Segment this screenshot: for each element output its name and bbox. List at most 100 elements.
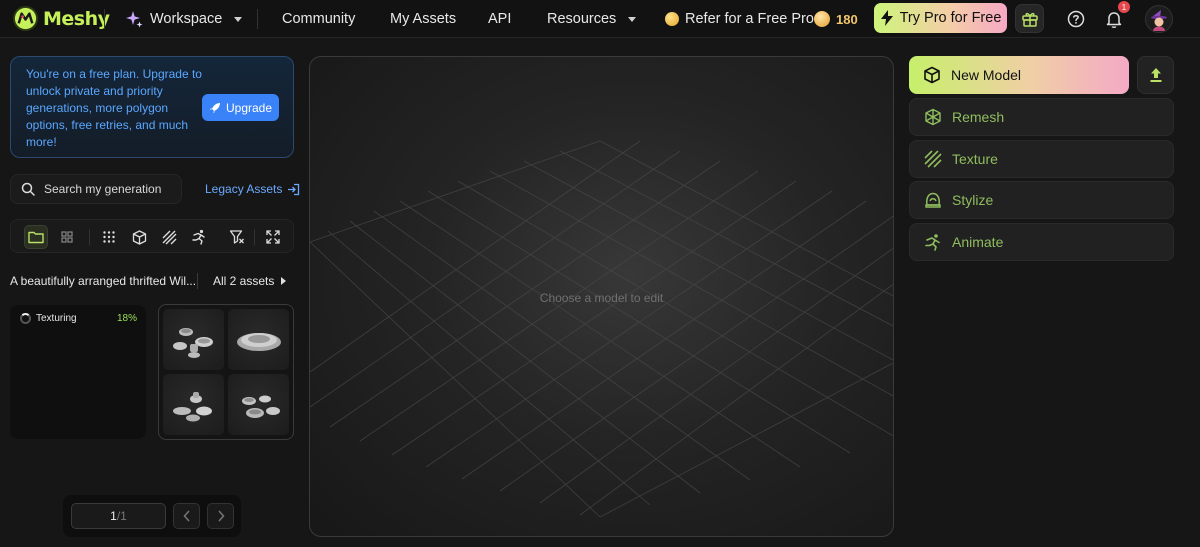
bowls-thumbnail-icon	[241, 395, 280, 418]
nav-workspace-label: Workspace	[150, 11, 223, 27]
toolbar-divider	[89, 229, 90, 245]
medal-icon	[665, 12, 679, 26]
upgrade-button[interactable]: Upgrade	[202, 94, 279, 121]
chevron-down-icon	[234, 16, 243, 22]
folder-icon	[28, 231, 44, 244]
sparkle-icon	[126, 11, 143, 28]
nav-my-assets[interactable]: My Assets	[390, 0, 456, 38]
generation-prompt[interactable]: A beautifully arranged thrifted Wil...	[10, 274, 196, 288]
prompt-divider	[197, 273, 198, 289]
filter-texture[interactable]	[157, 225, 181, 249]
nav-api[interactable]: API	[488, 0, 511, 38]
model-thumbnail[interactable]	[163, 374, 224, 435]
prev-page-button[interactable]	[173, 503, 200, 529]
nav-resources[interactable]: Resources	[547, 0, 637, 38]
model-thumbnail[interactable]	[228, 374, 289, 435]
chevron-left-icon	[182, 510, 190, 522]
upgrade-label: Upgrade	[225, 100, 273, 115]
help-circle-icon	[1067, 10, 1085, 28]
credits-count: 180	[836, 11, 858, 27]
nav-community[interactable]: Community	[282, 0, 355, 38]
texture-icon	[924, 150, 942, 168]
promo-message: You're on a free plan. Upgrade to unlock…	[26, 67, 202, 149]
brand-logo[interactable]: Meshy	[12, 5, 110, 32]
remesh-icon	[925, 108, 941, 126]
next-page-button[interactable]	[207, 503, 234, 529]
sign-in-icon	[288, 183, 300, 195]
meshy-logo-icon	[12, 5, 39, 32]
top-nav: Meshy Workspace Community My Assets API …	[0, 0, 1200, 38]
upload-button[interactable]	[1137, 56, 1174, 94]
legacy-assets-link[interactable]: Legacy Assets	[205, 182, 300, 196]
filter-model[interactable]	[127, 225, 151, 249]
remesh-button[interactable]: Remesh	[909, 98, 1174, 136]
model-thumbnail[interactable]	[163, 309, 224, 370]
stylize-button[interactable]: Stylize	[909, 181, 1174, 219]
grid-icon	[61, 231, 73, 243]
texturing-status: Texturing	[20, 313, 77, 324]
chevron-down-icon	[628, 16, 637, 22]
cube-icon	[924, 66, 940, 84]
rocket-icon	[209, 102, 220, 113]
model-thumbnail[interactable]	[228, 309, 289, 370]
filter-folder[interactable]	[24, 225, 48, 249]
nav-refer[interactable]: Refer for a Free Pro	[665, 0, 814, 38]
pagination: 1 /1	[63, 495, 241, 537]
avatar[interactable]	[1145, 5, 1173, 33]
search-box[interactable]	[10, 174, 182, 204]
model-preview-card[interactable]	[158, 304, 294, 440]
page-indicator[interactable]: 1 /1	[71, 503, 166, 529]
search-input[interactable]	[44, 182, 174, 196]
avatar-witch-icon	[1151, 10, 1167, 31]
texturing-card[interactable]: Texturing 18%	[10, 305, 146, 439]
filter-clear[interactable]	[225, 225, 249, 249]
running-figure-icon	[925, 234, 940, 251]
expand-icon	[266, 230, 280, 244]
model-viewport[interactable]: Choose a model to edit	[309, 56, 894, 537]
nav-refer-label: Refer for a Free Pro	[685, 11, 814, 27]
nav-resources-label: Resources	[547, 11, 617, 27]
nav-workspace[interactable]: Workspace	[124, 0, 243, 38]
lightning-icon	[880, 10, 893, 26]
texture-label: Texture	[952, 151, 998, 167]
platter-thumbnail-icon	[236, 332, 281, 351]
gift-icon	[1021, 12, 1038, 27]
filter-all[interactable]	[97, 225, 121, 249]
page-current: 1	[110, 509, 117, 523]
all-assets-link[interactable]: All 2 assets	[213, 274, 287, 288]
animate-button[interactable]: Animate	[909, 223, 1174, 261]
texturing-progress: 18%	[116, 313, 137, 324]
nav-divider	[104, 9, 105, 29]
stylize-label: Stylize	[952, 192, 994, 208]
credits-display[interactable]: 180	[814, 0, 858, 38]
credits-coin-icon	[814, 11, 830, 27]
remesh-label: Remesh	[952, 109, 1005, 125]
filter-grid-view[interactable]	[55, 225, 79, 249]
try-pro-label: Try Pro for Free	[899, 10, 1002, 26]
tea-set-thumbnail-icon	[172, 391, 212, 421]
search-icon	[21, 182, 35, 196]
try-pro-button[interactable]: Try Pro for Free	[874, 3, 1007, 33]
upgrade-promo-card: You're on a free plan. Upgrade to unlock…	[10, 56, 294, 158]
legacy-assets-label: Legacy Assets	[205, 182, 283, 196]
running-figure-icon	[192, 229, 205, 245]
page-total: /1	[116, 509, 127, 523]
new-model-label: New Model	[951, 67, 1022, 83]
texturing-label: Texturing	[36, 313, 77, 324]
nav-divider	[257, 9, 258, 29]
filter-animation[interactable]	[187, 225, 211, 249]
expand-button[interactable]	[261, 225, 285, 249]
loading-spinner-icon	[20, 313, 31, 324]
new-model-button[interactable]: New Model	[909, 56, 1129, 94]
stylize-icon	[925, 192, 941, 208]
animate-label: Animate	[952, 234, 1004, 250]
texture-button[interactable]: Texture	[909, 140, 1174, 178]
cube-icon	[132, 229, 146, 245]
gift-button[interactable]	[1015, 4, 1044, 33]
dish-set-thumbnail-icon	[172, 327, 213, 358]
all-assets-label: All 2 assets	[213, 274, 275, 288]
viewport-hint: Choose a model to edit	[539, 291, 664, 305]
texture-icon	[162, 230, 176, 244]
toolbar-divider	[254, 229, 255, 245]
help-button[interactable]	[1065, 8, 1087, 30]
